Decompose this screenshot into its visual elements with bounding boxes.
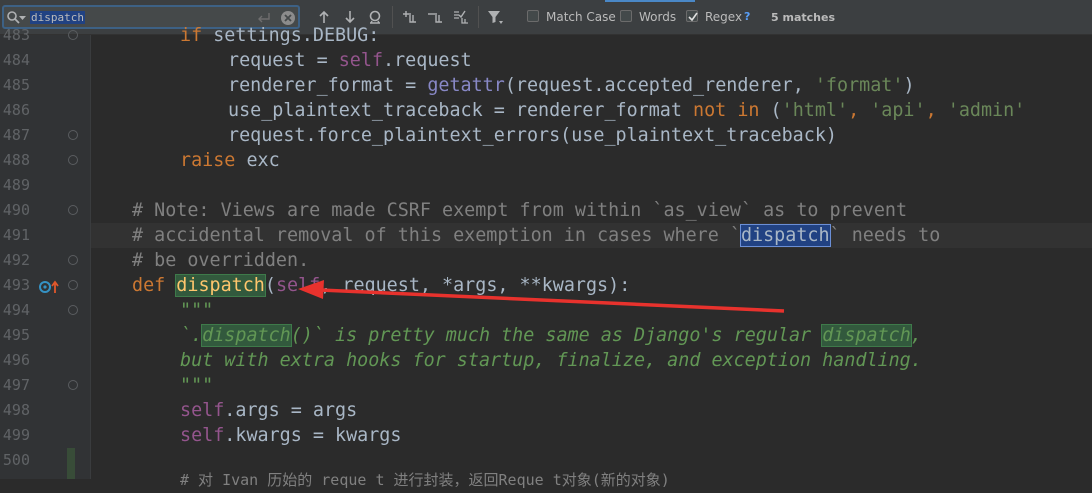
annotation-arrow: [298, 280, 785, 313]
